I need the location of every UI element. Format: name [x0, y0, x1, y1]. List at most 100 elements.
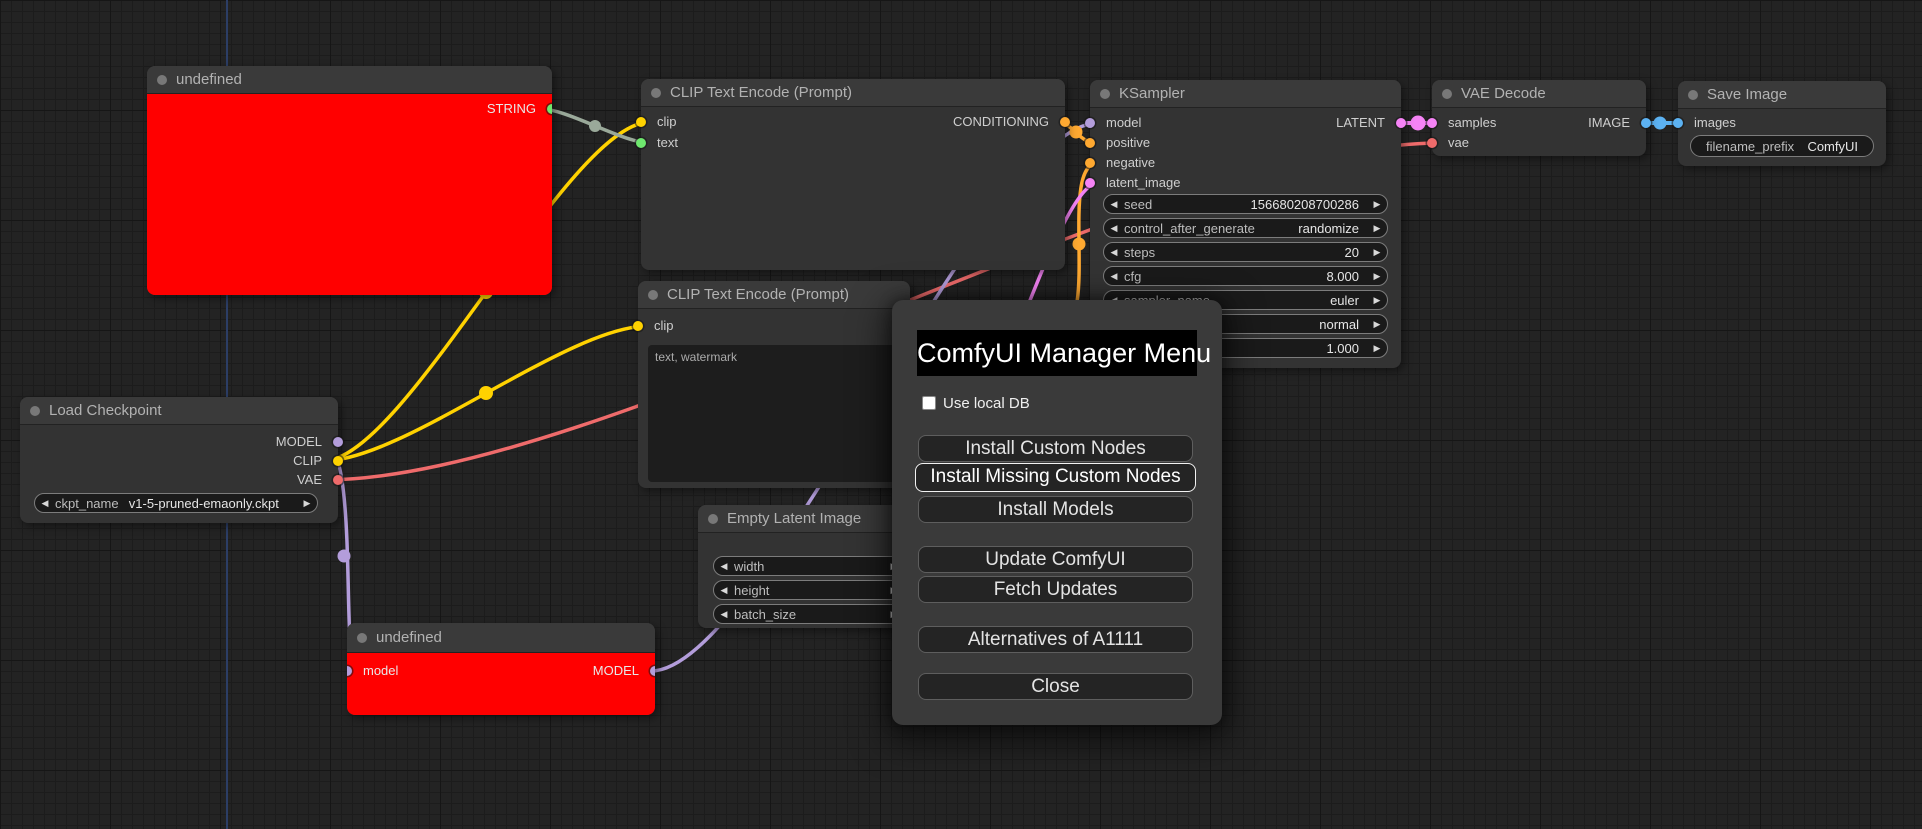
node-titlebar[interactable]: undefined: [147, 66, 552, 94]
output-slot-model[interactable]: MODEL: [593, 661, 655, 681]
ckpt-name-widget[interactable]: ckpt_name v1-5-pruned-emaonly.ckpt: [34, 493, 318, 513]
slot-dot[interactable]: [547, 104, 552, 114]
node-load-checkpoint[interactable]: Load Checkpoint MODEL CLIP VAE ckpt_name…: [20, 397, 343, 523]
collapse-dot-icon[interactable]: [651, 88, 661, 98]
node-titlebar[interactable]: Empty Latent Image: [698, 505, 915, 533]
node-titlebar[interactable]: CLIP Text Encode (Prompt): [638, 281, 910, 309]
input-slot-positive[interactable]: positive: [1085, 133, 1150, 153]
decrement-arrow-icon[interactable]: [1104, 223, 1124, 234]
width-widget[interactable]: width: [713, 556, 905, 576]
input-slot-images[interactable]: images: [1673, 113, 1736, 133]
node-vae-decode[interactable]: VAE Decode samples vae IMAGE: [1427, 80, 1651, 156]
slot-dot[interactable]: [1085, 138, 1095, 148]
node-save-image[interactable]: Save Image images filename_prefix ComfyU…: [1673, 81, 1886, 166]
output-slot-conditioning[interactable]: CONDITIONING: [953, 112, 1070, 132]
slot-dot[interactable]: [636, 138, 646, 148]
slot-dot[interactable]: [1641, 118, 1651, 128]
decrement-arrow-icon[interactable]: [714, 585, 734, 596]
increment-arrow-icon[interactable]: [1367, 271, 1387, 282]
collapse-dot-icon[interactable]: [708, 514, 718, 524]
use-local-db-checkbox[interactable]: [922, 396, 936, 410]
control-after-generate-widget[interactable]: control_after_generate randomize: [1103, 218, 1388, 238]
height-widget[interactable]: height: [713, 580, 905, 600]
slot-dot[interactable]: [333, 475, 343, 485]
increment-arrow-icon[interactable]: [1367, 295, 1387, 306]
increment-arrow-icon[interactable]: [1367, 319, 1387, 330]
slot-label: CLIP: [293, 453, 322, 468]
collapse-dot-icon[interactable]: [357, 633, 367, 643]
node-clip-encode-1[interactable]: CLIP Text Encode (Prompt) clip text COND…: [636, 79, 1070, 270]
batch-size-widget[interactable]: batch_size: [713, 604, 905, 624]
node-titlebar[interactable]: VAE Decode: [1432, 80, 1646, 108]
install-models-button[interactable]: Install Models: [918, 496, 1193, 523]
slot-dot[interactable]: [1060, 117, 1070, 127]
input-slot-samples[interactable]: samples: [1427, 113, 1496, 133]
collapse-dot-icon[interactable]: [157, 75, 167, 85]
update-comfyui-button[interactable]: Update ComfyUI: [918, 546, 1193, 573]
slot-dot[interactable]: [1396, 118, 1406, 128]
comfyui-canvas[interactable]: { "link_colors": { "model": "#b39ddb", "…: [0, 0, 1922, 829]
install-missing-custom-nodes-button[interactable]: Install Missing Custom Nodes: [915, 463, 1196, 492]
slot-dot[interactable]: [1085, 178, 1095, 188]
output-slot-string[interactable]: STRING: [147, 99, 552, 119]
output-slot-model[interactable]: MODEL: [276, 432, 343, 452]
node-empty-latent-image[interactable]: Empty Latent Image width height batch_si…: [698, 505, 915, 628]
slot-dot[interactable]: [333, 456, 343, 466]
node-titlebar[interactable]: Save Image: [1678, 81, 1886, 109]
install-custom-nodes-button[interactable]: Install Custom Nodes: [918, 435, 1193, 462]
decrement-arrow-icon[interactable]: [1104, 271, 1124, 282]
collapse-dot-icon[interactable]: [1100, 89, 1110, 99]
input-slot-negative[interactable]: negative: [1085, 153, 1155, 173]
node-undefined-bottom[interactable]: undefined model MODEL: [347, 623, 655, 715]
slot-dot[interactable]: [1427, 138, 1437, 148]
output-slot-vae[interactable]: VAE: [297, 470, 343, 490]
increment-arrow-icon[interactable]: [1367, 199, 1387, 210]
slot-dot[interactable]: [333, 437, 343, 447]
alternatives-of-a1111-button[interactable]: Alternatives of A1111: [918, 626, 1193, 653]
collapse-dot-icon[interactable]: [30, 406, 40, 416]
slot-dot[interactable]: [1085, 158, 1095, 168]
input-slot-vae[interactable]: vae: [1427, 133, 1469, 153]
seed-widget[interactable]: seed 156680208700286: [1103, 194, 1388, 214]
input-slot-text[interactable]: text: [636, 133, 678, 153]
increment-arrow-icon[interactable]: [1367, 343, 1387, 354]
input-slot-clip[interactable]: clip: [636, 112, 677, 132]
slot-dot[interactable]: [633, 321, 643, 331]
prompt-textarea[interactable]: text, watermark: [648, 345, 900, 482]
collapse-dot-icon[interactable]: [648, 290, 658, 300]
node-undefined-top[interactable]: undefined STRING: [147, 66, 552, 295]
increment-arrow-icon[interactable]: [1367, 223, 1387, 234]
input-slot-model[interactable]: model: [347, 661, 398, 681]
decrement-arrow-icon[interactable]: [35, 498, 55, 509]
collapse-dot-icon[interactable]: [1442, 89, 1452, 99]
increment-arrow-icon[interactable]: [297, 498, 317, 509]
decrement-arrow-icon[interactable]: [1104, 199, 1124, 210]
node-clip-encode-2[interactable]: CLIP Text Encode (Prompt) clip text, wat…: [633, 281, 910, 488]
slot-dot[interactable]: [636, 117, 646, 127]
input-slot-model[interactable]: model: [1085, 113, 1141, 133]
slot-dot[interactable]: [1673, 118, 1683, 128]
slot-dot[interactable]: [650, 666, 655, 676]
cfg-widget[interactable]: cfg 8.000: [1103, 266, 1388, 286]
close-button[interactable]: Close: [918, 673, 1193, 700]
input-slot-latent-image[interactable]: latent_image: [1085, 173, 1180, 193]
node-titlebar[interactable]: undefined: [347, 623, 655, 653]
node-titlebar[interactable]: KSampler: [1090, 80, 1401, 108]
output-slot-image[interactable]: IMAGE: [1588, 113, 1651, 133]
steps-widget[interactable]: steps 20: [1103, 242, 1388, 262]
decrement-arrow-icon[interactable]: [714, 561, 734, 572]
fetch-updates-button[interactable]: Fetch Updates: [918, 576, 1193, 603]
slot-dot[interactable]: [1085, 118, 1095, 128]
decrement-arrow-icon[interactable]: [1104, 247, 1124, 258]
collapse-dot-icon[interactable]: [1688, 90, 1698, 100]
node-titlebar[interactable]: Load Checkpoint: [20, 397, 338, 425]
input-slot-clip[interactable]: clip: [633, 316, 674, 336]
increment-arrow-icon[interactable]: [1367, 247, 1387, 258]
output-slot-latent[interactable]: LATENT: [1336, 113, 1406, 133]
filename-prefix-widget[interactable]: filename_prefix ComfyUI: [1690, 135, 1874, 157]
node-titlebar[interactable]: CLIP Text Encode (Prompt): [641, 79, 1065, 107]
slot-dot[interactable]: [347, 666, 352, 676]
decrement-arrow-icon[interactable]: [714, 609, 734, 620]
output-slot-clip[interactable]: CLIP: [293, 451, 343, 471]
slot-dot[interactable]: [1427, 118, 1437, 128]
